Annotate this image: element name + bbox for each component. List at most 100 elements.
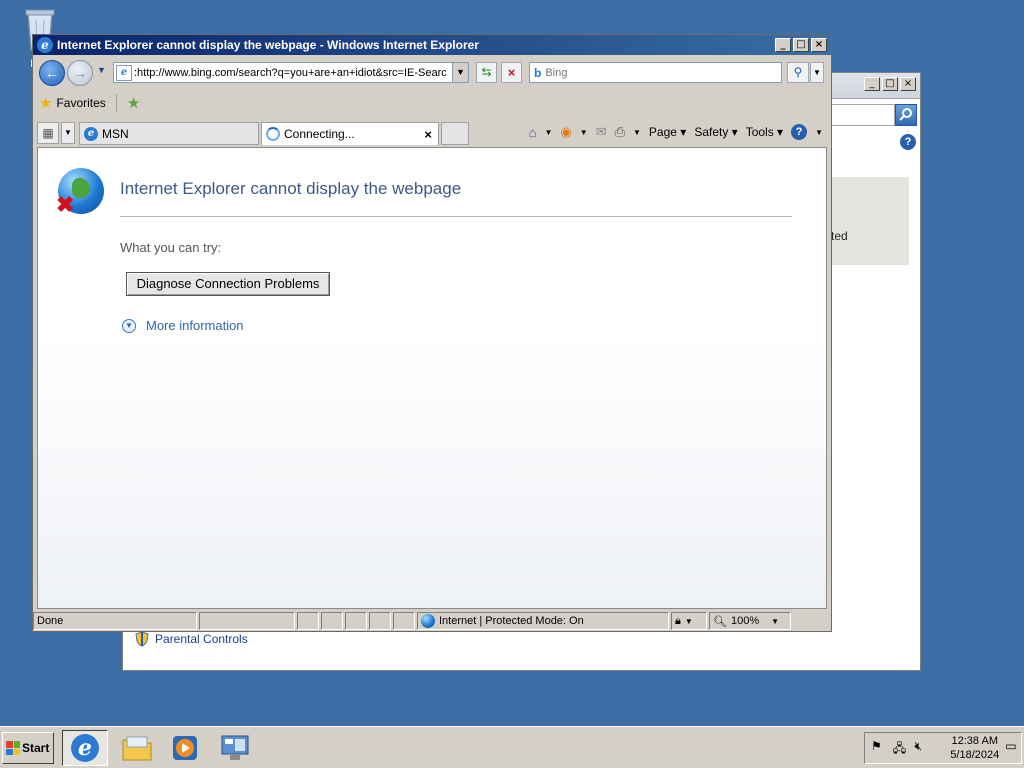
taskbar-internet-explorer[interactable]: e [62, 730, 108, 766]
maximize-button[interactable]: □ [793, 38, 809, 52]
tab-list-dropdown-icon[interactable]: ▼ [61, 122, 75, 144]
help-dropdown-icon[interactable]: ▼ [815, 128, 823, 137]
internet-explorer-window[interactable]: e Internet Explorer cannot display the w… [32, 34, 832, 632]
internet-explorer-icon: e [37, 37, 53, 53]
taskbar-file-explorer[interactable] [114, 730, 160, 766]
feeds-icon[interactable]: ◉ [560, 124, 571, 140]
search-box[interactable]: b [529, 62, 782, 83]
help-icon[interactable]: ? [791, 124, 808, 140]
search-icon [899, 108, 912, 121]
page-content: ✖ Internet Explorer cannot display the w… [37, 147, 827, 609]
window-titlebar[interactable]: e Internet Explorer cannot display the w… [33, 35, 831, 55]
command-bar: ⌂ ▼ ◉ ▼ ✉ ⎙ ▼ Page ▾ Safety ▾ Tools ▾ ? ▼ [529, 124, 823, 140]
close-button[interactable]: × [811, 38, 827, 52]
error-title: Internet Explorer cannot display the web… [120, 179, 462, 198]
progress-area [199, 612, 295, 630]
navigation-bar: ← → ▼ e :http://www.bing.com/search?q=yo… [33, 57, 831, 87]
internet-explorer-icon: e [84, 126, 98, 141]
status-pane [393, 612, 415, 630]
start-label: Start [22, 741, 50, 755]
maximize-button[interactable]: □ [882, 77, 898, 91]
taskbar-media-player[interactable] [162, 730, 208, 766]
forward-arrow-icon: → [73, 65, 87, 81]
mail-icon[interactable]: ✉ [596, 124, 607, 140]
more-information-link[interactable]: ▼ More information [122, 318, 244, 333]
tab-connecting[interactable]: Connecting... × [261, 122, 439, 145]
search-button[interactable]: ⚲ [787, 62, 809, 83]
tab-label: Connecting... [284, 127, 355, 141]
favorites-label: Favorites [56, 96, 106, 110]
status-pane [345, 612, 367, 630]
safety-menu[interactable]: Safety ▾ [694, 125, 737, 139]
window-controls: _ □ × [775, 38, 827, 52]
internet-explorer-icon: e [71, 734, 99, 762]
what-you-can-try-label: What you can try: [120, 240, 222, 255]
loading-spinner-icon [266, 127, 280, 141]
protected-mode-button[interactable]: 🔒︎ ▼ [671, 612, 707, 630]
zoom-button[interactable]: 🔍︎ 100% ▼ [709, 612, 791, 630]
status-bar: Done Internet | Protected Mode: On 🔒︎ ▼ 🔍… [33, 611, 831, 631]
stop-icon: × [507, 65, 516, 80]
print-dropdown-icon[interactable]: ▼ [633, 128, 641, 137]
print-icon[interactable]: ⎙ [615, 124, 625, 140]
action-center-flag-icon[interactable]: ⚑ [871, 739, 887, 757]
favorites-button[interactable]: ★ Favorites [39, 94, 106, 112]
start-button[interactable]: Start [2, 732, 54, 764]
background-search-button[interactable] [895, 104, 917, 126]
back-button[interactable]: ← [39, 60, 65, 86]
address-dropdown-icon[interactable]: ▼ [452, 63, 468, 82]
zoom-dropdown-icon[interactable]: ▼ [771, 617, 779, 626]
feeds-dropdown-icon[interactable]: ▼ [580, 128, 588, 137]
background-window-controls: _ □ × [864, 77, 916, 91]
close-tab-icon[interactable]: × [424, 127, 432, 142]
tab-msn[interactable]: e MSN [79, 122, 259, 145]
diagnose-connection-problems-button[interactable]: Diagnose Connection Problems [126, 272, 330, 296]
page-menu[interactable]: Page ▾ [649, 125, 686, 139]
zoom-level: 100% [730, 615, 760, 627]
tab-bar: ▦ ▼ e MSN Connecting... × ⌂ ▼ ◉ ▼ ✉ ⎙ ▼ Pag… [33, 121, 831, 145]
quick-tabs-button[interactable]: ▦ [37, 122, 59, 144]
clock[interactable]: 12:38 AM 5/18/2024 [950, 734, 999, 762]
folder-icon [122, 736, 152, 761]
add-to-favorites-bar-icon[interactable]: ★ [127, 94, 140, 112]
minimize-button[interactable]: _ [864, 77, 880, 91]
security-zone[interactable]: Internet | Protected Mode: On [417, 612, 669, 630]
clock-time: 12:38 AM [951, 735, 998, 747]
new-tab-button[interactable] [441, 122, 469, 145]
refresh-button[interactable]: ⇆ [476, 62, 497, 83]
connection-error-globe-icon: ✖ [56, 168, 104, 217]
close-button[interactable]: × [900, 77, 916, 91]
windows-logo-icon [6, 741, 20, 755]
background-info-panel: ted [831, 177, 909, 265]
tools-menu[interactable]: Tools ▾ [746, 125, 783, 139]
show-desktop-icon[interactable]: ▭ [1005, 739, 1021, 757]
help-icon[interactable]: ? [900, 134, 916, 150]
search-options-dropdown-icon[interactable]: ▼ [810, 62, 824, 83]
divider [115, 94, 117, 112]
taskbar-server-manager[interactable] [212, 730, 258, 766]
parental-controls-link[interactable]: Parental Controls [135, 631, 248, 647]
back-arrow-icon: ← [45, 65, 59, 81]
home-dropdown-icon[interactable]: ▼ [545, 128, 553, 137]
background-search-input[interactable] [831, 104, 895, 126]
parental-controls-label: Parental Controls [155, 632, 248, 646]
internet-zone-globe-icon [421, 614, 435, 628]
expand-chevron-icon: ▼ [122, 318, 136, 333]
favorites-star-icon: ★ [39, 95, 53, 112]
quick-tabs-icon: ▦ [42, 126, 54, 140]
network-icon[interactable]: 🖧︎ [893, 739, 909, 757]
home-icon[interactable]: ⌂ [529, 125, 537, 140]
address-input[interactable]: :http://www.bing.com/search?q=you+are+an… [134, 67, 452, 79]
address-bar[interactable]: e :http://www.bing.com/search?q=you+are+… [113, 62, 469, 83]
stop-button[interactable]: × [501, 62, 522, 83]
history-dropdown-icon[interactable]: ▼ [97, 65, 106, 75]
forward-button[interactable]: → [67, 60, 93, 86]
more-information-label: More information [146, 318, 244, 333]
server-manager-icon [221, 735, 249, 760]
minimize-button[interactable]: _ [775, 38, 791, 52]
panel-text: ted [831, 229, 848, 243]
refresh-icon: ⇆ [481, 65, 492, 79]
search-input[interactable] [545, 66, 766, 79]
status-pane [297, 612, 319, 630]
volume-muted-icon[interactable]: 🔇︎ [915, 739, 931, 757]
